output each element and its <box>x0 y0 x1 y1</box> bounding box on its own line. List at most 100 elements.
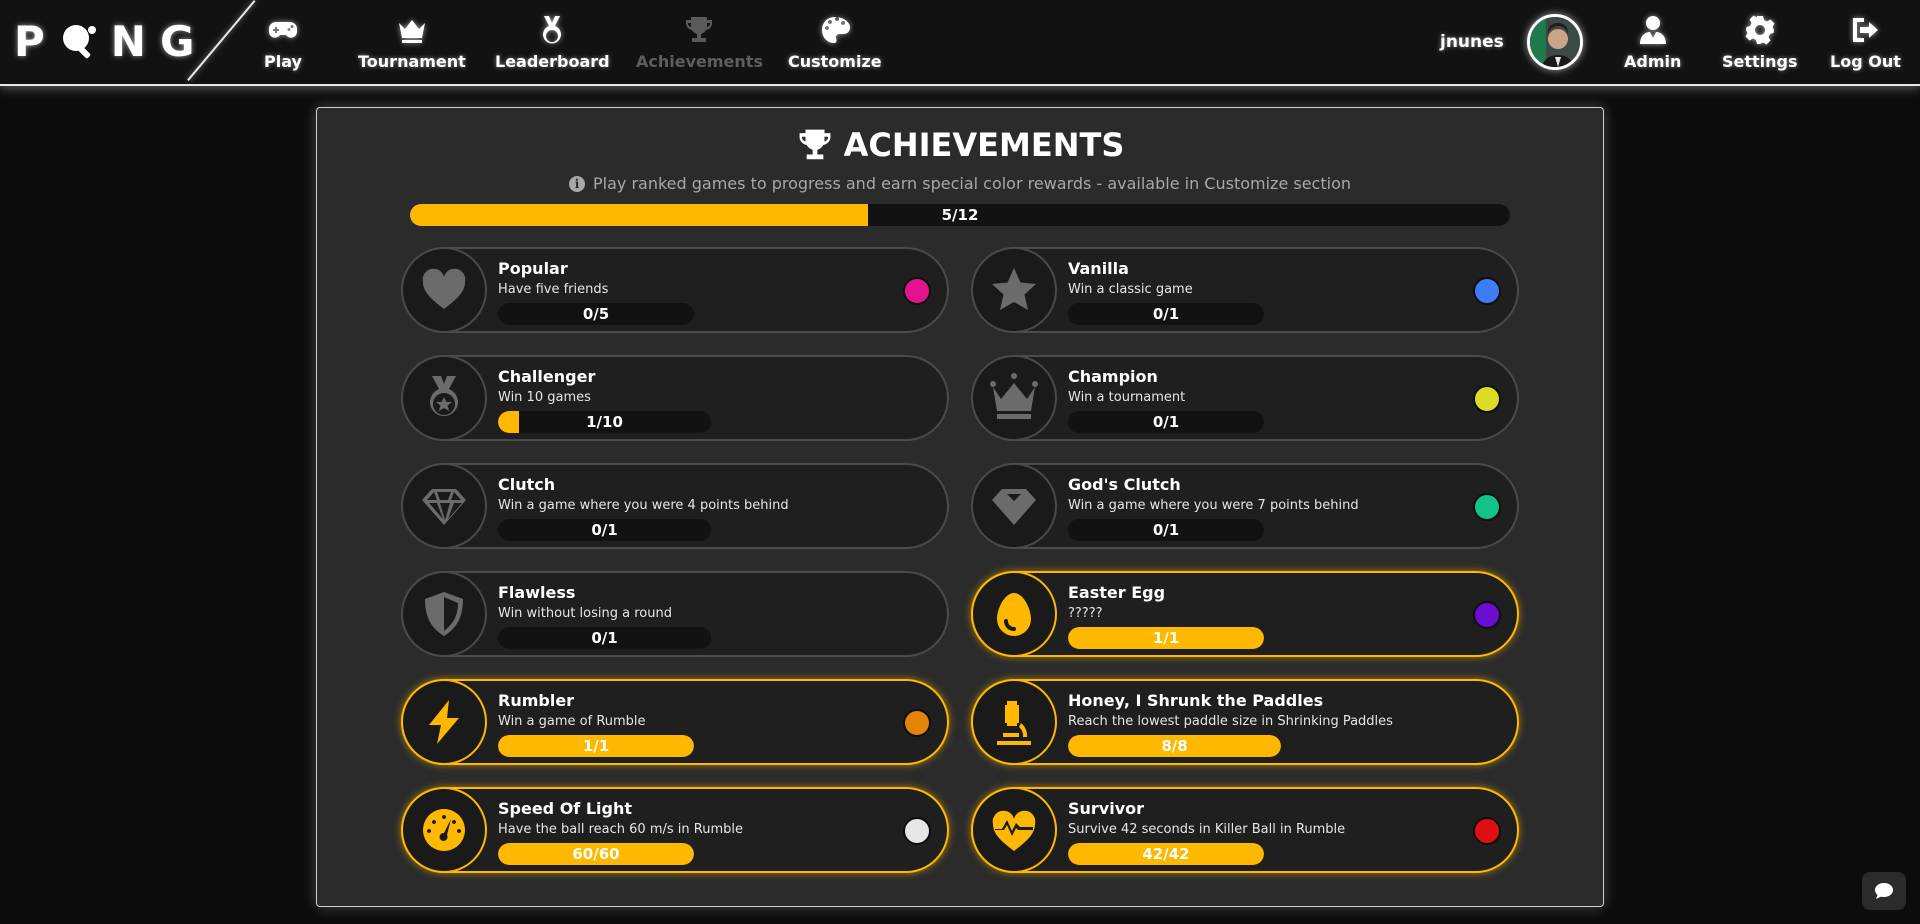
page-subtitle: i Play ranked games to progress and earn… <box>317 174 1603 193</box>
overall-progress-bar: 5/12 <box>410 204 1510 226</box>
medal-icon <box>430 376 458 417</box>
star-icon <box>992 268 1036 310</box>
achievement-card-god-s-clutch: God's Clutch Win a game where you were 7 … <box>971 463 1519 549</box>
achievement-description: ????? <box>1068 606 1103 621</box>
logout-icon <box>1853 18 1879 42</box>
achievement-progress-bar: 1/1 <box>1068 627 1264 649</box>
reward-color-swatch <box>1473 277 1501 305</box>
nav-tournament[interactable]: Tournament <box>358 14 466 71</box>
achievement-icon-badge <box>971 787 1057 873</box>
achievement-card-challenger: Challenger Win 10 games 1/10 <box>401 355 949 441</box>
achievement-icon-badge <box>971 679 1057 765</box>
achievement-progress-label: 0/1 <box>591 629 618 647</box>
trophy-icon <box>799 129 831 160</box>
achievement-progress-label: 0/1 <box>1152 413 1180 431</box>
top-navbar: P NG Play Tournament Leaderboard Achieve… <box>0 0 1920 86</box>
achievement-icon-badge <box>971 355 1057 441</box>
reward-color-swatch <box>1473 601 1501 629</box>
user-photo <box>1530 17 1580 67</box>
avatar[interactable] <box>1527 14 1583 70</box>
achievement-progress-bar: 0/1 <box>498 519 711 541</box>
achievement-description: Win a tournament <box>1068 390 1186 405</box>
achievement-progress-label: 1/1 <box>582 737 610 755</box>
achievement-description: Win without losing a round <box>498 606 672 621</box>
trophy-icon <box>686 17 713 42</box>
nav-play[interactable]: Play <box>264 14 302 71</box>
achievement-progress-label: 1/10 <box>586 413 623 431</box>
achievement-card-popular: Popular Have five friends 0/5 <box>401 247 949 333</box>
pong-logo[interactable]: P NG <box>14 17 208 66</box>
achievement-progress-label: 0/5 <box>582 305 610 323</box>
gem-icon <box>422 489 466 525</box>
achievement-progress-label: 1/1 <box>1152 629 1180 647</box>
achievement-card-clutch: Clutch Win a game where you were 4 points… <box>401 463 949 549</box>
achievement-description: Have the ball reach 60 m/s in Rumble <box>498 822 743 837</box>
reward-color-swatch <box>903 709 931 737</box>
achievement-progress-label: 42/42 <box>1142 845 1190 863</box>
achievement-title: Popular <box>498 259 568 278</box>
achievement-progress-label: 0/1 <box>1152 521 1180 539</box>
paddle-ball-icon <box>62 25 96 59</box>
page-title: ACHIEVEMENTS <box>317 126 1603 164</box>
achievement-card-rumbler: Rumbler Win a game of Rumble 1/1 <box>401 679 949 765</box>
achievement-card-champion: Champion Win a tournament 0/1 <box>971 355 1519 441</box>
achievement-icon-badge <box>401 679 487 765</box>
achievement-title: Rumbler <box>498 691 575 710</box>
achievement-progress-bar: 0/1 <box>1068 411 1264 433</box>
achievement-progress-label: 8/8 <box>1161 737 1188 755</box>
achievement-progress-bar: 8/8 <box>1068 735 1281 757</box>
achievement-title: Vanilla <box>1068 259 1129 278</box>
reward-color-swatch <box>1473 817 1501 845</box>
achievement-progress-bar: 0/1 <box>498 627 711 649</box>
nav-customize[interactable]: Customize <box>788 14 882 71</box>
achievement-card-vanilla: Vanilla Win a classic game 0/1 <box>971 247 1519 333</box>
achievement-icon-badge <box>971 463 1057 549</box>
achievement-progress-bar: 0/1 <box>1068 519 1264 541</box>
achievement-progress-bar: 0/5 <box>498 303 694 325</box>
achievement-progress-bar: 1/10 <box>498 411 711 433</box>
username[interactable]: jnunes <box>1440 32 1504 52</box>
achievements-panel: ACHIEVEMENTS i Play ranked games to prog… <box>316 107 1604 907</box>
microscope-icon <box>997 701 1031 745</box>
achievement-card-speed-of-light: Speed Of Light Have the ball reach 60 m/s… <box>401 787 949 873</box>
achievement-title: Honey, I Shrunk the Paddles <box>1068 691 1324 710</box>
achievement-title: Easter Egg <box>1068 583 1166 602</box>
achievement-card-easter-egg: Easter Egg????? 1/1 <box>971 571 1519 657</box>
achievement-icon-badge <box>401 247 487 333</box>
reward-color-swatch <box>1473 493 1501 521</box>
shield-icon <box>425 592 463 636</box>
achievement-title: Flawless <box>498 583 576 602</box>
achievement-title: God's Clutch <box>1068 475 1181 494</box>
achievement-description: Survive 42 seconds in Killer Ball in Rum… <box>1068 822 1346 837</box>
achievement-progress-label: 60/60 <box>572 845 620 863</box>
achievement-icon-badge <box>401 463 487 549</box>
heartbeat-icon <box>992 810 1036 851</box>
achievement-title: Speed Of Light <box>498 799 633 818</box>
nav-achievements[interactable]: Achievements <box>636 14 763 71</box>
medal-icon <box>543 16 562 44</box>
overall-progress-label: 5/12 <box>941 206 979 224</box>
achievement-title: Survivor <box>1068 799 1145 818</box>
nav-admin[interactable]: Admin <box>1624 14 1681 71</box>
reward-color-swatch <box>903 277 931 305</box>
nav-logout[interactable]: Log Out <box>1830 14 1901 71</box>
gamepad-icon <box>268 22 297 38</box>
chat-button[interactable] <box>1862 872 1906 910</box>
achievement-description: Reach the lowest paddle size in Shrinkin… <box>1068 714 1393 729</box>
info-icon: i <box>569 175 585 192</box>
reward-color-swatch <box>903 817 931 845</box>
achievement-progress-bar: 60/60 <box>498 843 694 865</box>
achievement-icon-badge <box>971 571 1057 657</box>
gear-icon <box>1745 15 1775 45</box>
nav-leaderboard[interactable]: Leaderboard <box>495 14 610 71</box>
nav-settings[interactable]: Settings <box>1722 14 1798 71</box>
gem-solid-icon <box>992 489 1036 525</box>
achievement-card-survivor: Survivor Survive 42 seconds in Killer Bal… <box>971 787 1519 873</box>
achievement-progress-bar: 0/1 <box>1068 303 1264 325</box>
chat-icon <box>1875 883 1893 899</box>
achievement-progress-label: 0/1 <box>591 521 618 539</box>
achievement-description: Have five friends <box>498 282 609 297</box>
achievement-description: Win a game where you were 7 points behin… <box>1068 498 1359 513</box>
achievement-progress-label: 0/1 <box>1152 305 1180 323</box>
heart-icon <box>422 268 466 309</box>
